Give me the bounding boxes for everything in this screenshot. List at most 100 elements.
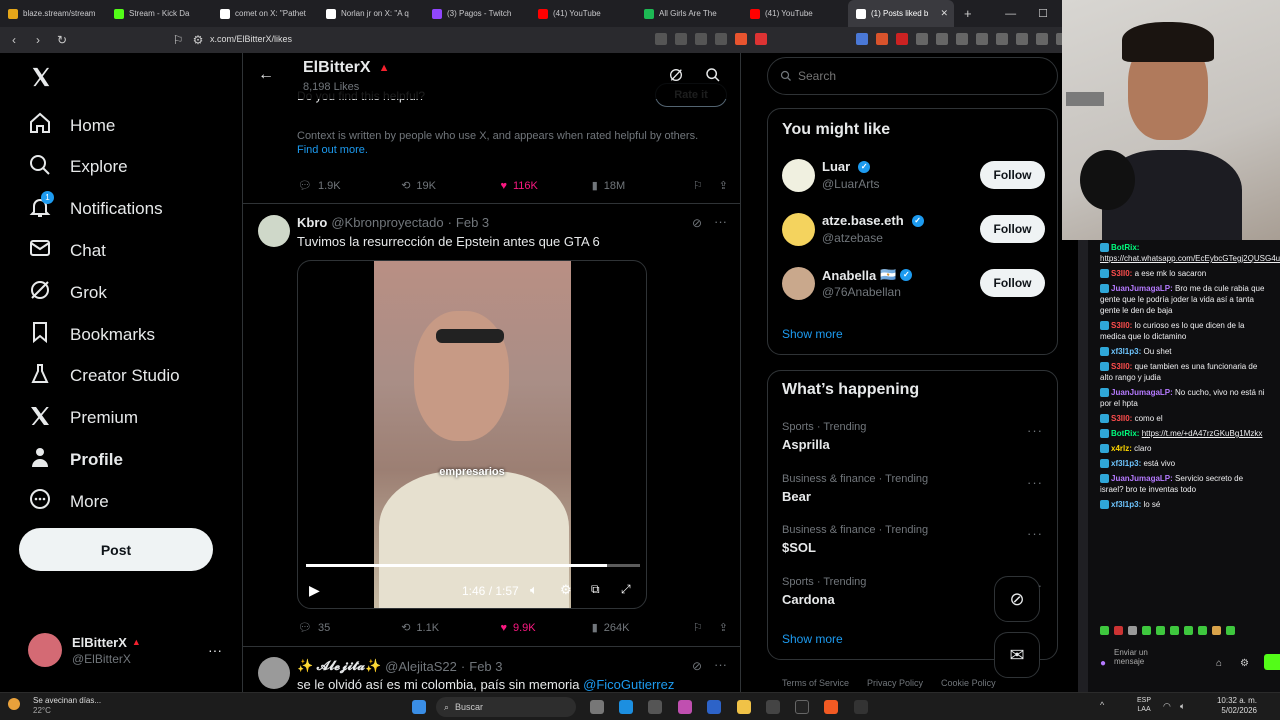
new-tab-button[interactable]: + [964, 6, 972, 21]
reload-icon[interactable]: ↻ [52, 33, 72, 47]
repost-button[interactable]: ⟲ 19K [401, 179, 500, 193]
like-button[interactable]: ♥ 9.9K [500, 621, 591, 634]
suggested-user[interactable]: atze.base.eth ✓ @atzebase Follow [768, 213, 1059, 263]
grok-fab[interactable]: ⊘ [994, 576, 1040, 622]
tray-chevron-icon[interactable]: ^ [1100, 700, 1104, 710]
chat-username[interactable]: BotRix: [1111, 429, 1139, 438]
zoom-icon[interactable] [675, 33, 687, 45]
browser-tab[interactable]: (41) YouTube [530, 0, 636, 27]
extension-icon[interactable] [876, 33, 888, 45]
bookmark-icon[interactable]: ⚐ [693, 621, 719, 634]
sidebar-item-chat[interactable]: Chat [28, 236, 106, 265]
browser-tab[interactable]: All Girls Are The [636, 0, 742, 27]
footer-link[interactable]: Terms of Service [782, 678, 849, 688]
views-button[interactable]: ▮ 18M [592, 179, 693, 193]
messages-fab[interactable]: ✉ [994, 632, 1040, 678]
maximize-button[interactable]: ☐ [1038, 7, 1048, 20]
video-progress[interactable] [306, 564, 640, 567]
trend-item[interactable]: Business & finance · Trending Bear [782, 473, 928, 504]
sidebar-item-more[interactable]: More [28, 487, 109, 516]
edge-icon[interactable] [619, 700, 633, 714]
trend-item[interactable]: Sports · Trending Cardona [782, 576, 866, 607]
obs-icon[interactable] [854, 700, 868, 714]
clock[interactable]: 10:32 a. m. 5/02/2026 [1205, 696, 1257, 716]
tweet-date[interactable]: Feb 3 [456, 215, 489, 230]
brave-shield-icon[interactable] [735, 33, 747, 45]
chat-username[interactable]: S3ll0: [1111, 362, 1132, 371]
close-tab-icon[interactable]: ✕ [940, 8, 948, 19]
like-button[interactable]: ♥ 116K [500, 179, 591, 192]
volume-icon[interactable]: 🔈︎ [530, 582, 538, 598]
chat-username[interactable]: xf3l1p3: [1111, 500, 1141, 509]
start-icon[interactable] [412, 700, 426, 714]
share-icon[interactable] [715, 33, 727, 45]
rewards-icon[interactable] [755, 33, 767, 45]
sidebar-item-home[interactable]: Home [28, 111, 115, 140]
chat-send-button[interactable] [1264, 654, 1280, 670]
more-dots-icon[interactable]: ··· [714, 214, 727, 229]
sidebar-item-notifications[interactable]: 1 Notifications [28, 190, 163, 224]
mic-icon[interactable]: ● [1100, 658, 1106, 669]
reply-button[interactable]: 💬︎ 1.9K [298, 179, 401, 193]
grok-icon[interactable]: ⊘ [692, 216, 702, 230]
post-button[interactable]: Post [19, 528, 213, 571]
app-icon[interactable] [648, 700, 662, 714]
bookmark-page-icon[interactable]: ⚐ [168, 33, 188, 47]
video-player[interactable]: empresarios ▶ 1:46 / 1:57 🔈︎ ⚙ ⧉ ⤢ [297, 260, 647, 609]
browser-tab[interactable]: (1) Posts liked b ✕ [848, 0, 954, 27]
weather-text[interactable]: Se avecinan días... [33, 696, 101, 705]
extension-icon[interactable] [956, 33, 968, 45]
search-input[interactable] [798, 69, 953, 83]
sidebar-item-explore[interactable]: Explore [28, 153, 128, 182]
music-icon[interactable] [996, 33, 1008, 45]
find-out-more-link[interactable]: Find out more. [297, 144, 368, 156]
share-icon[interactable]: ⇪ [719, 179, 728, 192]
chat-username[interactable]: JuanJumagaLP: [1111, 388, 1173, 397]
chat-username[interactable]: x4rlz: [1111, 444, 1132, 453]
sidebar-item-premium[interactable]: Premium [28, 404, 138, 433]
follow-button[interactable]: Follow [980, 161, 1045, 189]
terminal-icon[interactable] [766, 700, 780, 714]
chat-username[interactable]: JuanJumagaLP: [1111, 284, 1173, 293]
explorer-icon[interactable] [737, 700, 751, 714]
language[interactable]: ESP [1137, 696, 1151, 705]
forward-icon[interactable]: › [28, 33, 48, 47]
url-field[interactable]: x.com/ElBitterX/likes [210, 34, 292, 44]
account-switcher[interactable]: ElBitterX ▲ @ElBitterX ··· [28, 633, 222, 667]
cast-icon[interactable] [695, 33, 707, 45]
pip-icon[interactable]: ⧉ [591, 582, 600, 597]
sidebar-item-creator-studio[interactable]: Creator Studio [28, 362, 180, 391]
tweet-author-handle[interactable]: @AlejitaS22 [385, 659, 457, 674]
browser-tab[interactable]: (3) Pagos - Twitch [424, 0, 530, 27]
brave-icon[interactable] [824, 700, 838, 714]
more-dots-icon[interactable]: ··· [714, 657, 727, 672]
chat-username[interactable]: xf3l1p3: [1111, 347, 1141, 356]
search-box[interactable] [767, 57, 1058, 95]
footer-link[interactable]: Privacy Policy [867, 678, 923, 688]
show-more-link[interactable]: Show more [782, 327, 843, 341]
translate-icon[interactable] [655, 33, 667, 45]
reply-button[interactable]: 💬︎ 35 [298, 621, 401, 635]
chat-scrollbar[interactable] [1078, 240, 1088, 692]
more-dots-icon[interactable]: ··· [208, 642, 222, 658]
trend-item[interactable]: Business & finance · Trending $SOL [782, 524, 928, 555]
back-icon[interactable]: ‹ [4, 33, 24, 47]
extension-icon[interactable] [976, 33, 988, 45]
settings-icon[interactable]: ⚙ [560, 582, 572, 598]
extension-icon[interactable] [936, 33, 948, 45]
tweet-author-handle[interactable]: @Kbronproyectado [331, 215, 443, 230]
avatar[interactable] [258, 215, 290, 247]
bookmark-icon[interactable]: ⚐ [693, 179, 719, 192]
sidebar-item-profile[interactable]: Profile [28, 445, 123, 474]
suggested-user[interactable]: Anabella 🇦🇷 ✓ @76Anabellan Follow [768, 267, 1059, 317]
sidebar-item-grok[interactable]: Grok [28, 278, 107, 307]
share-icon[interactable]: ⇪ [719, 621, 728, 634]
more-dots-icon[interactable]: ··· [1027, 526, 1043, 541]
copilot-icon[interactable] [678, 700, 692, 714]
chat-username[interactable]: xf3l1p3: [1111, 459, 1141, 468]
x-logo-icon[interactable] [30, 66, 52, 88]
views-button[interactable]: ▮ 264K [592, 621, 693, 635]
settings-icon[interactable]: ⚙ [1240, 658, 1249, 669]
play-icon[interactable]: ▶ [309, 582, 320, 599]
wallet-icon[interactable] [1036, 33, 1048, 45]
